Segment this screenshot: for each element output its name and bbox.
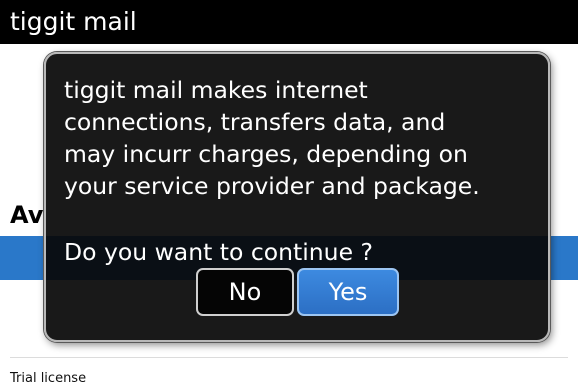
yes-button[interactable]: Yes [297, 268, 399, 316]
app-title-bar: tiggit mail [0, 0, 578, 44]
dialog-message: tiggit mail makes internet connections, … [64, 76, 480, 200]
no-button[interactable]: No [196, 268, 294, 316]
confirmation-dialog: tiggit mail makes internet connections, … [44, 52, 550, 342]
background-heading: Av [10, 201, 44, 229]
license-label: Trial license [10, 371, 87, 386]
footer-divider [10, 357, 568, 358]
app-title: tiggit mail [10, 7, 137, 36]
dialog-prompt: Do you want to continue ? [64, 238, 373, 266]
